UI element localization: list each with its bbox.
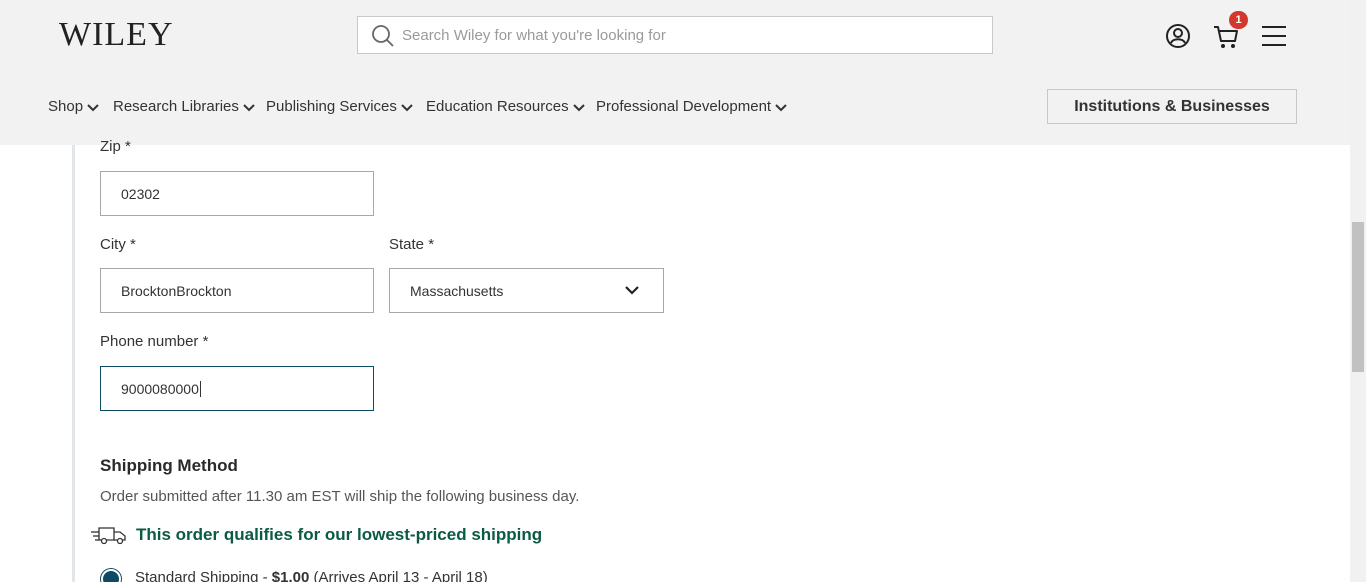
shipping-option-dates: (Arrives April 13 - April 18) [309,569,488,582]
shipping-option-name: Standard Shipping - [135,569,272,582]
top-header: WILEY 1 [0,0,1350,70]
menu-icon[interactable] [1260,22,1288,50]
form-section-rule [72,145,75,582]
zip-value: 02302 [121,185,160,202]
account-icon[interactable] [1164,22,1192,50]
city-value: BrocktonBrockton [121,282,232,299]
nav-item-education-resources[interactable]: Education Resources [426,98,585,115]
zip-field[interactable]: 02302 [100,171,374,216]
institutions-businesses-button[interactable]: Institutions & Businesses [1047,89,1297,124]
qualify-text: This order qualifies for our lowest-pric… [136,525,543,544]
chevron-down-icon [572,103,585,111]
nav-item-label: Education Resources [426,98,569,115]
delivery-truck-icon [91,527,126,545]
nav-item-label: Research Libraries [113,98,239,115]
chevron-down-icon [401,103,413,111]
text-caret [199,380,201,397]
search-icon[interactable] [370,23,396,49]
nav-item-label: Professional Development [596,98,772,115]
state-select[interactable]: Massachusetts [389,268,664,313]
chevron-down-icon [87,103,99,111]
wiley-logo[interactable]: WILEY [59,16,174,54]
phone-value: 9000080000 [121,380,199,397]
nav-item-shop[interactable]: Shop [48,98,99,115]
cart-count-badge: 1 [1229,11,1248,29]
search-input[interactable] [402,17,982,53]
chevron-down-icon [625,286,639,295]
state-label: State * [389,236,435,253]
shipping-method-title: Shipping Method [100,456,238,475]
nav-item-label: Shop [48,98,84,115]
standard-shipping-radio[interactable] [101,569,121,582]
state-value: Massachusetts [410,282,504,299]
scrollbar-thumb[interactable] [1352,222,1364,372]
nav-item-label: Publishing Services [266,98,397,115]
city-field[interactable]: BrocktonBrockton [100,268,374,313]
shipping-option-price: $1.00 [271,569,310,582]
shipping-qualify-banner: This order qualifies for our lowest-pric… [90,525,542,545]
chevron-down-icon [775,103,787,111]
standard-shipping-label[interactable]: Standard Shipping - $1.00 (Arrives April… [135,569,488,582]
search-bar[interactable] [357,16,993,54]
zip-label: Zip * [100,138,131,155]
chevron-down-icon [243,103,255,111]
nav-item-professional-development[interactable]: Professional Development [596,98,787,115]
main-nav: Shop Research Libraries Publishing Servi… [0,70,1350,145]
phone-label: Phone number * [100,333,209,350]
nav-item-research-libraries[interactable]: Research Libraries [113,98,255,115]
shipping-note: Order submitted after 11.30 am EST will … [100,488,580,505]
phone-field[interactable]: 9000080000 [100,366,374,411]
nav-item-publishing-services[interactable]: Publishing Services [266,98,413,115]
city-label: City * [100,236,136,253]
